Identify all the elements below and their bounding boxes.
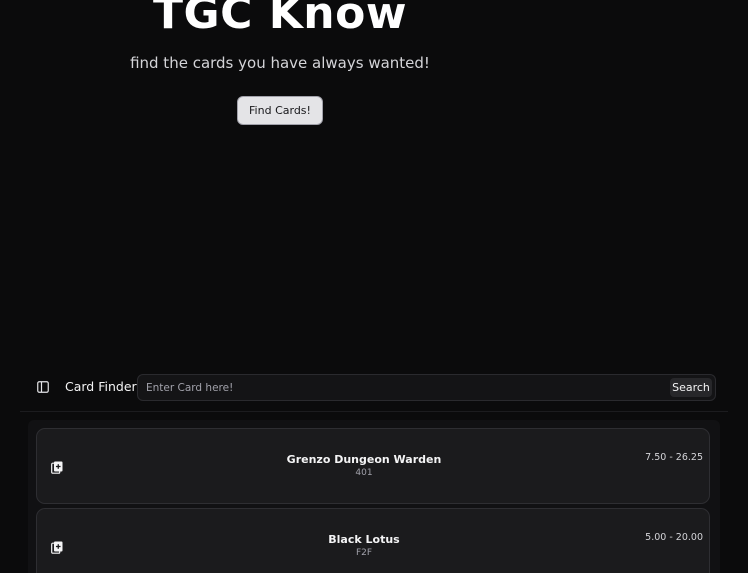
find-cards-button[interactable]: Find Cards!	[237, 96, 323, 125]
page: TGC Know find the cards you have always …	[0, 0, 748, 573]
search-button[interactable]: Search	[670, 378, 712, 397]
divider	[20, 411, 728, 412]
toolbar-title: Card Finder	[65, 379, 137, 394]
card-set-code: 401	[355, 468, 373, 478]
hero-subtitle: find the cards you have always wanted!	[130, 54, 430, 72]
card-name: Black Lotus	[328, 533, 400, 546]
card-set-code: F2F	[355, 548, 373, 558]
card-list-item[interactable]: Grenzo Dungeon Warden 401 7.50 - 26.25	[36, 428, 710, 504]
card-finder-toolbar: Card Finder Search	[0, 372, 748, 402]
hero-title: TGC Know	[152, 0, 408, 39]
search-input[interactable]	[146, 378, 656, 397]
card-price-range: 5.00 - 20.00	[645, 532, 703, 543]
card-price-range: 7.50 - 26.25	[645, 452, 703, 463]
search-bar: Search	[137, 374, 716, 401]
results-list: Grenzo Dungeon Warden 401 7.50 - 26.25 B…	[28, 420, 720, 573]
card-list-item[interactable]: Black Lotus F2F 5.00 - 20.00	[36, 508, 710, 573]
card-name: Grenzo Dungeon Warden	[286, 453, 442, 466]
sidebar-toggle-icon[interactable]	[37, 381, 49, 393]
